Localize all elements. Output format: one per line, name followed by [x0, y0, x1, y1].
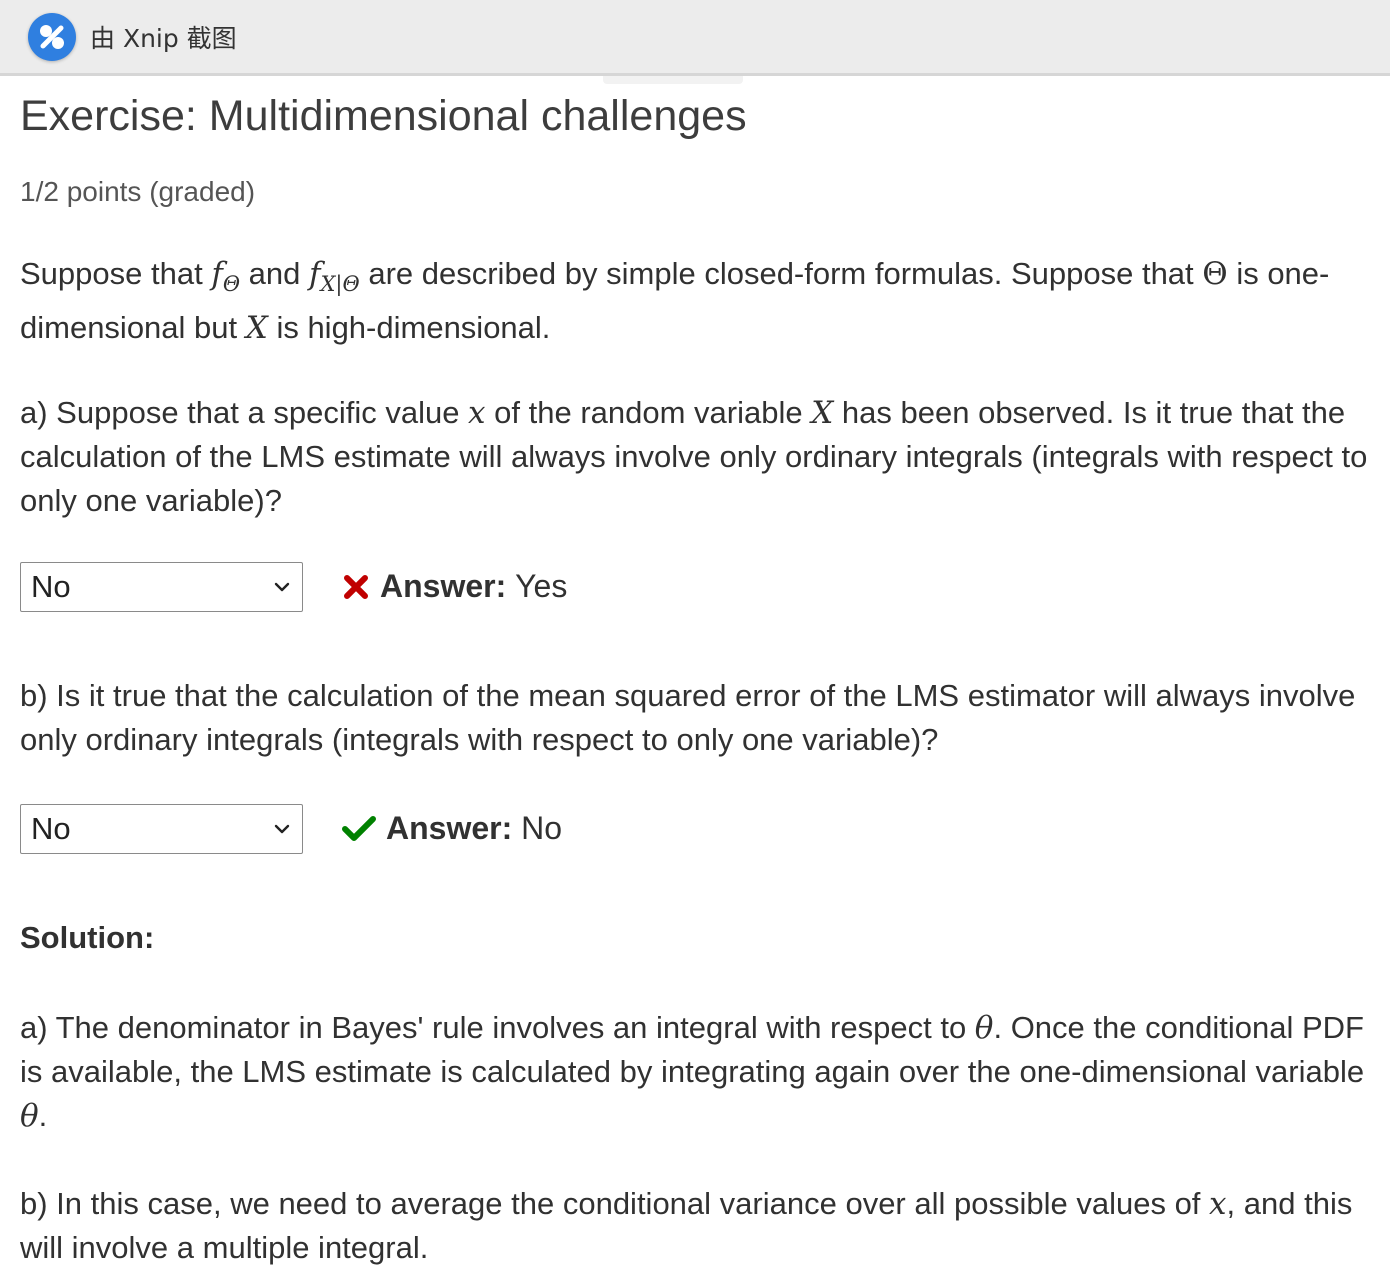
f-theta-symbol: fΘ [211, 256, 240, 296]
x-symbol: X [245, 310, 268, 346]
answer-value: Yes [515, 568, 568, 604]
solution-a: a) The denominator in Bayes' rule involv… [20, 1006, 1382, 1138]
answer-value: No [521, 810, 563, 846]
theta-subscript: Θ [222, 272, 241, 296]
intro-text: and [240, 256, 309, 291]
toolbar-brand: 由 Xnip 截图 [90, 23, 237, 53]
chevron-down-icon [272, 577, 292, 597]
points-label: 1/2 points (graded) [20, 176, 256, 207]
f-x-given-theta-symbol: fX|Θ [308, 256, 360, 296]
f-symbol: f [308, 256, 321, 292]
theta-symbol: Θ [1202, 256, 1228, 292]
question-a: a) Suppose that a specific value x of th… [20, 391, 1382, 523]
problem-statement: Suppose that fΘ and fX|Θ are described b… [20, 252, 1382, 350]
solution-b: b) In this case, we need to average the … [20, 1182, 1382, 1270]
answer-b-select[interactable]: No [20, 804, 303, 854]
tab-peek [603, 76, 743, 84]
x-given-theta-subscript: X|Θ [320, 272, 360, 296]
answer-b-feedback: Answer: No [342, 810, 562, 847]
question-text: of the random variable [485, 395, 812, 430]
x-symbol: X [811, 395, 834, 431]
solution-heading: Solution: [20, 920, 155, 955]
question-b: b) Is it true that the calculation of th… [20, 678, 1356, 757]
xnip-logo-icon [28, 12, 76, 61]
x-symbol: x [1209, 1186, 1227, 1222]
solution-text: . [38, 1098, 48, 1133]
answer-a-select[interactable]: No [20, 562, 303, 612]
selected-value: No [31, 569, 71, 604]
intro-text: are described by simple closed-form form… [359, 256, 1203, 291]
question-text: a) Suppose that a specific value [20, 395, 469, 430]
solution-text: b) In this case, we need to average the … [20, 1186, 1210, 1221]
cross-icon [342, 573, 370, 601]
theta-symbol: θ [20, 1098, 39, 1134]
solution-text: a) The denominator in Bayes' rule involv… [20, 1010, 975, 1045]
exercise-title: Exercise: Multidimensional challenges [20, 92, 747, 140]
intro-text: is high-dimensional. [267, 310, 551, 345]
answer-label: Answer: [386, 810, 513, 846]
f-symbol: f [211, 256, 223, 292]
answer-a-feedback: Answer: Yes [342, 568, 567, 605]
screenshot-toolbar: 由 Xnip 截图 [0, 0, 1390, 76]
theta-symbol: θ [974, 1010, 994, 1046]
answer-label: Answer: [380, 568, 507, 604]
chevron-down-icon [272, 819, 292, 839]
check-icon [342, 815, 376, 843]
x-symbol: x [468, 395, 486, 431]
intro-text: Suppose that [20, 256, 212, 291]
selected-value: No [31, 811, 71, 846]
